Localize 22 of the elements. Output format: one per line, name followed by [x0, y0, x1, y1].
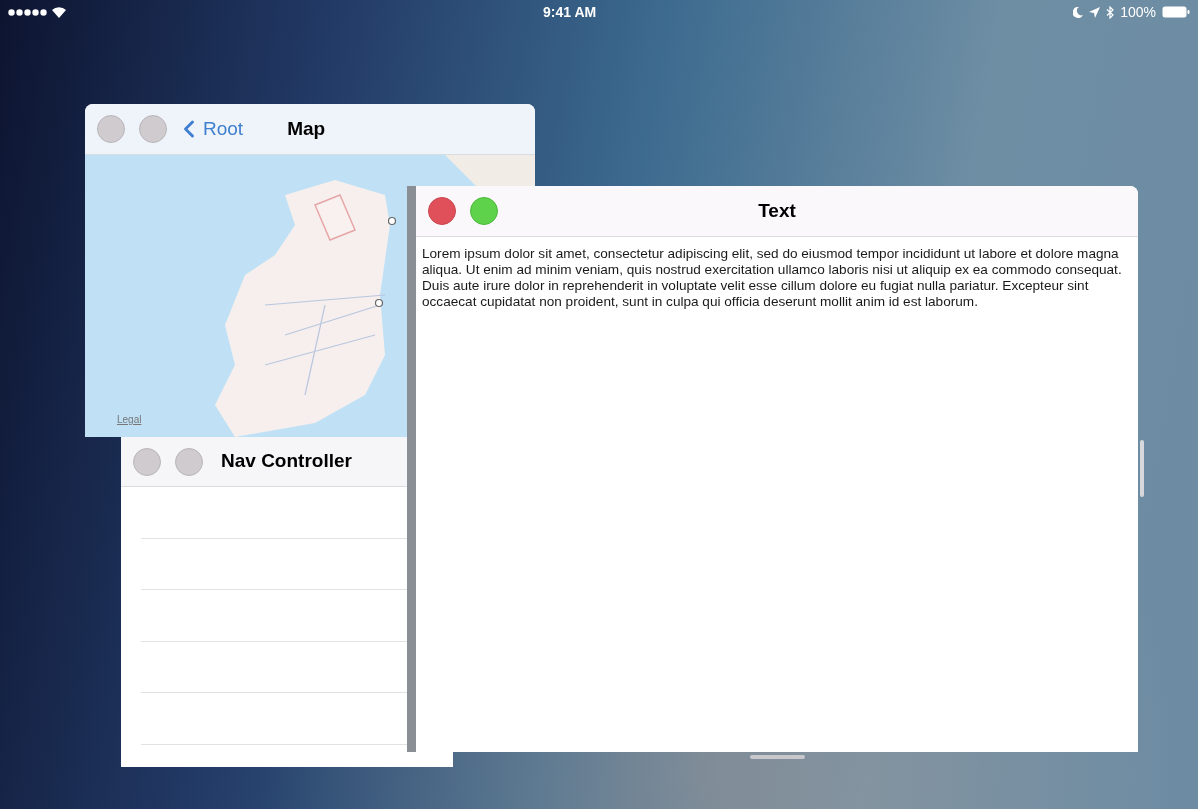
location-arrow-icon: [1089, 6, 1101, 18]
wifi-icon: [52, 6, 66, 18]
resize-handle[interactable]: [1140, 440, 1144, 497]
clock: 9:41 AM: [543, 2, 597, 22]
close-button[interactable]: [428, 197, 456, 225]
close-button[interactable]: [97, 115, 125, 143]
close-button[interactable]: [133, 447, 161, 476]
window-title: Map: [287, 116, 326, 141]
window-title: Nav Controller: [221, 449, 352, 474]
bluetooth-icon: [1106, 5, 1115, 19]
maximize-button[interactable]: [470, 197, 498, 225]
legal-link[interactable]: Legal: [117, 412, 142, 427]
signal-icon: [8, 8, 48, 16]
maximize-button[interactable]: [139, 115, 167, 143]
battery-percent: 100%: [1120, 2, 1156, 22]
window-title: Text: [758, 199, 796, 221]
moon-icon: [1073, 6, 1084, 18]
body-text: Lorem ipsum dolor sit amet, consectetur adipiscing elit, sed do eiusmod tempor incididunt ut labore et dolore magna aliqua. Ut enim ad minim veniam, quis nostrud exercitation ullamco laboris nisi ut aliquip ex ea commodo consequat. Duis aute irure dolor in reprehenderit in voluptate velit esse cillum dolore eu fugiat nulla pariatur. Excepteur sint occaecat cupidatat non proident, sunt in culpa qui officia deserunt mollit anim id est laborum.: [421, 245, 1123, 310]
home-indicator[interactable]: [750, 755, 805, 759]
maximize-button[interactable]: [175, 447, 203, 476]
battery-icon: [1162, 6, 1190, 18]
back-button[interactable]: Root: [181, 114, 244, 144]
